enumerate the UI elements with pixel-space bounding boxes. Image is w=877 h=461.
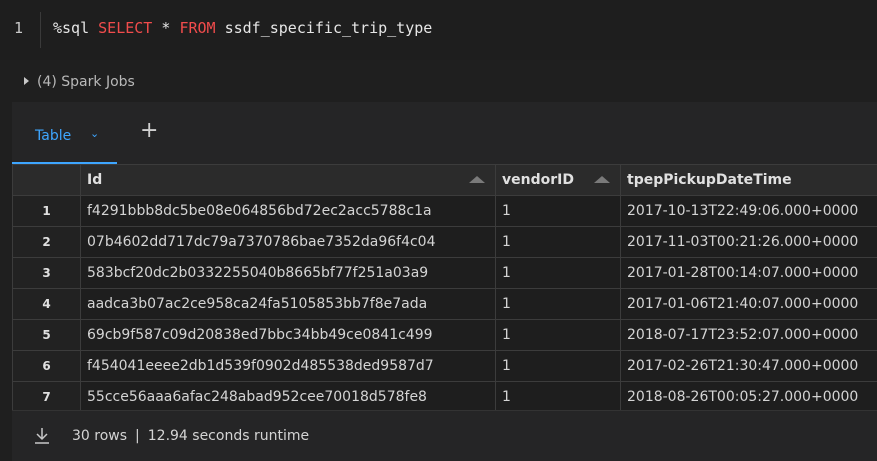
- row-number: 3: [13, 258, 81, 289]
- result-summary: 30 rows | 12.94 seconds runtime: [72, 428, 309, 444]
- sort-arrow-icon[interactable]: [594, 176, 610, 183]
- row-number: 6: [13, 351, 81, 382]
- line-gutter: 1: [0, 0, 40, 60]
- column-header-label: tpepPickupDateTime: [621, 172, 792, 188]
- table-row: 3 583bcf20dc2b0332255040b8665bf77f251a03…: [13, 258, 877, 289]
- magic-command: %sql: [53, 19, 89, 37]
- line-number: 1: [14, 19, 23, 37]
- code-line[interactable]: %sql SELECT * FROM ssdf_specific_trip_ty…: [53, 19, 432, 37]
- cell-id[interactable]: aadca3b07ac2ce958ca24fa5105853bb7f8e7ada: [81, 289, 496, 320]
- column-header-label: vendorID: [496, 172, 574, 188]
- keyword-from: FROM: [179, 19, 215, 37]
- results-footer: 30 rows | 12.94 seconds runtime: [12, 410, 877, 461]
- cell-pickup[interactable]: 2018-07-17T23:52:07.000+0000: [621, 320, 877, 351]
- cell-id[interactable]: 583bcf20dc2b0332255040b8665bf77f251a03a9: [81, 258, 496, 289]
- cell-pickup[interactable]: 2017-11-03T00:21:26.000+0000: [621, 227, 877, 258]
- table-row: 1 f4291bbb8dc5be08e064856bd72ec2acc5788c…: [13, 196, 877, 227]
- cell-id[interactable]: f454041eeee2db1d539f0902d485538ded9587d7: [81, 351, 496, 382]
- row-number-header: [13, 165, 81, 196]
- runtime-text: 12.94 seconds runtime: [148, 428, 309, 444]
- gutter-divider: [40, 12, 41, 48]
- row-number: 7: [13, 382, 81, 411]
- cell-vendorid[interactable]: 1: [496, 196, 621, 227]
- cell-vendorid[interactable]: 1: [496, 227, 621, 258]
- row-number: 4: [13, 289, 81, 320]
- cell-id[interactable]: f4291bbb8dc5be08e064856bd72ec2acc5788c1a: [81, 196, 496, 227]
- add-tab-button[interactable]: +: [140, 120, 158, 142]
- result-tabs: Table ⌄ +: [12, 102, 877, 164]
- column-header-pickup[interactable]: tpepPickupDateTime: [621, 165, 877, 196]
- cell-pickup[interactable]: 2017-10-13T22:49:06.000+0000: [621, 196, 877, 227]
- row-count: 30 rows: [72, 428, 127, 444]
- row-number: 5: [13, 320, 81, 351]
- cell-vendorid[interactable]: 1: [496, 351, 621, 382]
- code-cell[interactable]: 1 %sql SELECT * FROM ssdf_specific_trip_…: [0, 0, 877, 60]
- row-number: 1: [13, 196, 81, 227]
- cell-pickup[interactable]: 2017-01-28T00:14:07.000+0000: [621, 258, 877, 289]
- table-row: 6 f454041eeee2db1d539f0902d485538ded9587…: [13, 351, 877, 382]
- table-row: 7 55cce56aaa6afac248abad952cee70018d578f…: [13, 382, 877, 411]
- spark-jobs-toggle[interactable]: (4) Spark Jobs: [24, 74, 135, 90]
- row-number: 2: [13, 227, 81, 258]
- cell-vendorid[interactable]: 1: [496, 382, 621, 411]
- spark-jobs-label: (4) Spark Jobs: [37, 74, 135, 90]
- cell-vendorid[interactable]: 1: [496, 258, 621, 289]
- chevron-down-icon[interactable]: ⌄: [90, 127, 99, 140]
- table-row: 2 07b4602dd717dc79a7370786bae7352da96f4c…: [13, 227, 877, 258]
- column-header-id[interactable]: Id: [81, 165, 496, 196]
- column-header-vendorid[interactable]: vendorID: [496, 165, 621, 196]
- cell-id[interactable]: 69cb9f587c09d20838ed7bbc34bb49ce0841c499: [81, 320, 496, 351]
- cell-vendorid[interactable]: 1: [496, 320, 621, 351]
- cell-pickup[interactable]: 2018-08-26T00:05:27.000+0000: [621, 382, 877, 411]
- sort-arrow-icon[interactable]: [469, 176, 485, 183]
- tab-table-label: Table: [35, 128, 71, 144]
- cell-pickup[interactable]: 2017-01-06T21:40:07.000+0000: [621, 289, 877, 320]
- header-row: Id vendorID tpepPickupDateTime: [13, 165, 877, 196]
- table-row: 4 aadca3b07ac2ce958ca24fa5105853bb7f8e7a…: [13, 289, 877, 320]
- caret-right-icon: [24, 77, 29, 85]
- table-row: 5 69cb9f587c09d20838ed7bbc34bb49ce0841c4…: [13, 320, 877, 351]
- table-name-token: ssdf_specific_trip_type: [225, 19, 433, 37]
- column-header-label: Id: [81, 172, 102, 188]
- cell-pickup[interactable]: 2017-02-26T21:30:47.000+0000: [621, 351, 877, 382]
- summary-divider: |: [135, 428, 140, 444]
- cell-vendorid[interactable]: 1: [496, 289, 621, 320]
- results-table-container[interactable]: Id vendorID tpepPickupDateTime 1 f4291bb…: [12, 164, 877, 410]
- tab-table[interactable]: Table ⌄: [12, 122, 117, 164]
- star-token: *: [161, 19, 170, 37]
- result-panel: Table ⌄ + Id vendorID tpepPickupDateTime…: [12, 102, 877, 460]
- cell-id[interactable]: 55cce56aaa6afac248abad952cee70018d578fe8: [81, 382, 496, 411]
- keyword-select: SELECT: [98, 19, 152, 37]
- results-table: Id vendorID tpepPickupDateTime 1 f4291bb…: [12, 164, 877, 410]
- download-icon[interactable]: [34, 427, 50, 445]
- cell-id[interactable]: 07b4602dd717dc79a7370786bae7352da96f4c04: [81, 227, 496, 258]
